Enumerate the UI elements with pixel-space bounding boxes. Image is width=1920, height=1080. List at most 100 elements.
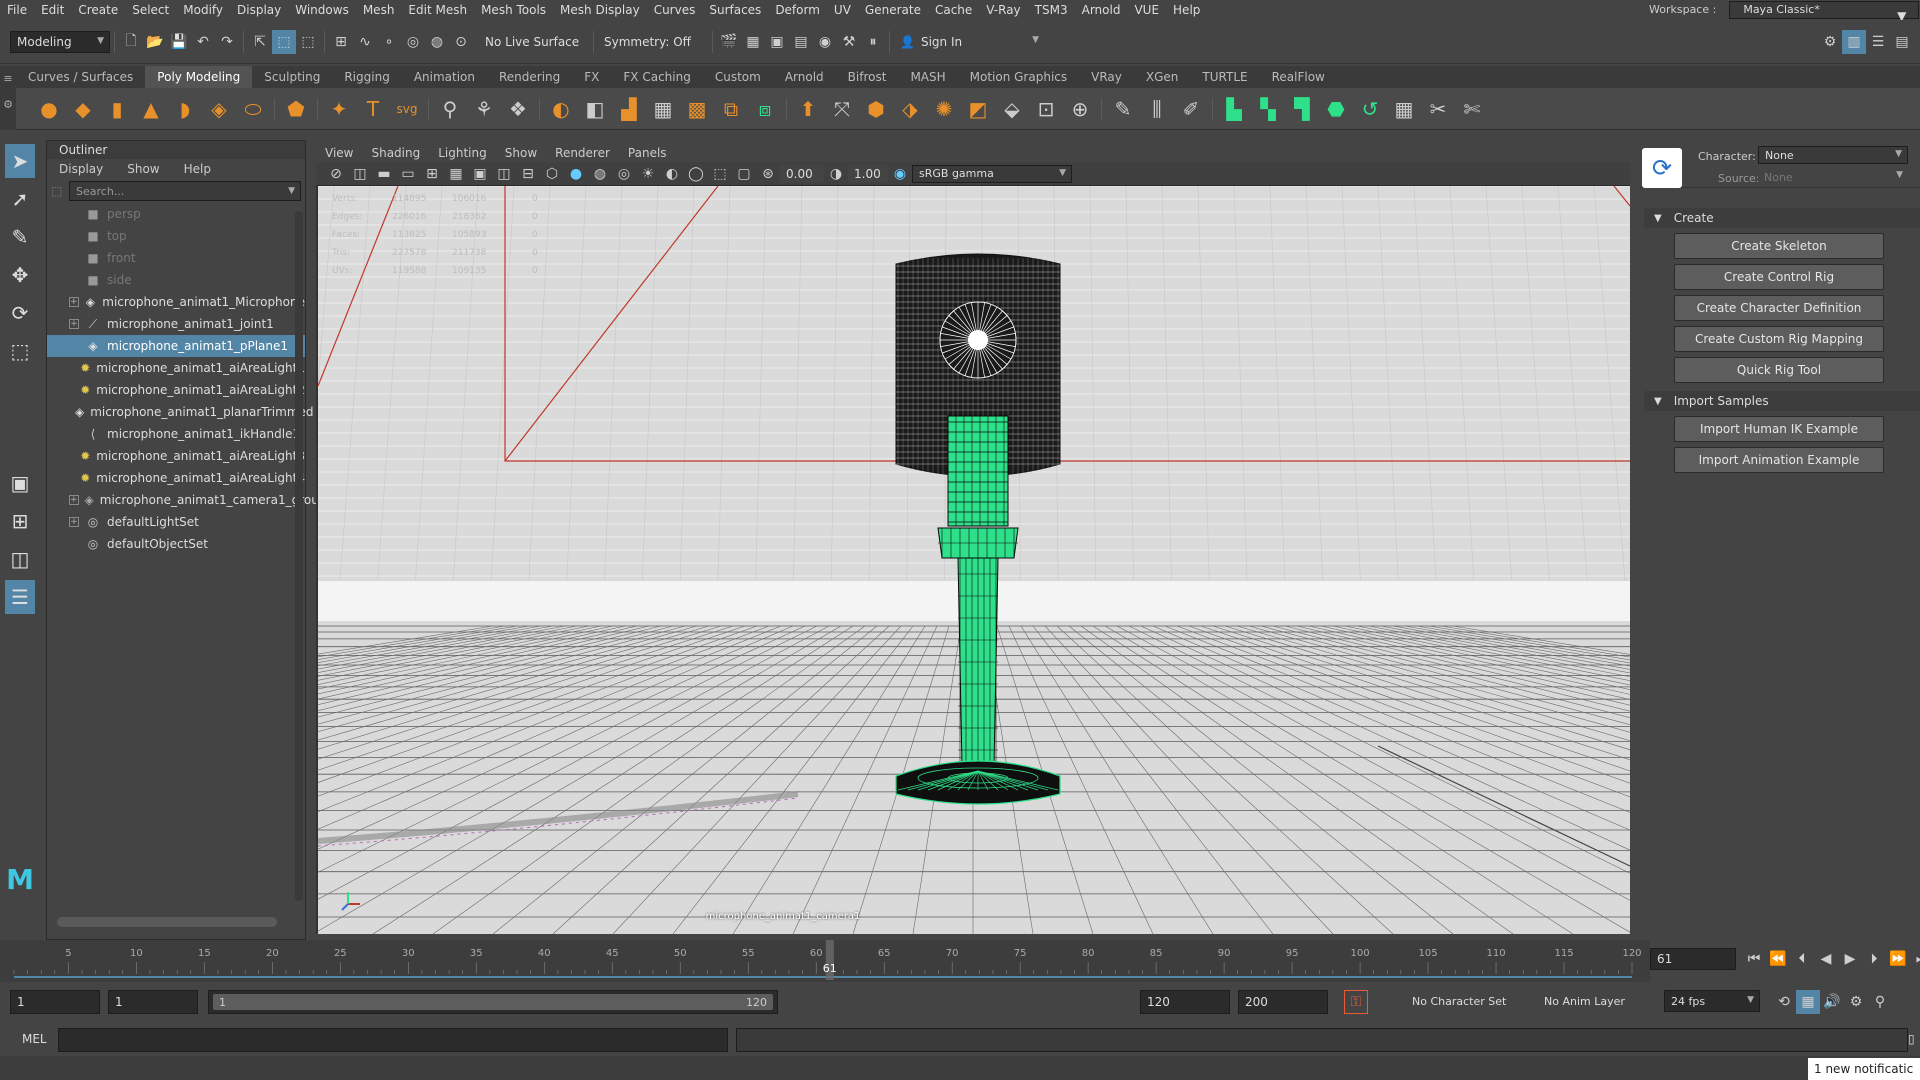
step-back-key-icon[interactable]: ⏪ — [1766, 947, 1790, 971]
play-forwards-icon[interactable]: ▶ — [1838, 947, 1862, 971]
isolate-icon[interactable]: ⬚ — [708, 162, 732, 186]
import-animation-example-button[interactable]: Import Animation Example — [1674, 447, 1884, 473]
menu-generate[interactable]: Generate — [858, 0, 928, 20]
mel-label[interactable]: MEL — [22, 1032, 47, 1046]
gamma-icon[interactable]: ◑ — [824, 162, 848, 186]
rotate-tool-icon[interactable]: ⟳ — [5, 296, 35, 330]
shelf-tab-mash[interactable]: MASH — [898, 66, 957, 88]
shelf-tab-fx-caching[interactable]: FX Caching — [611, 66, 702, 88]
range-bar[interactable]: 1 120 — [208, 990, 778, 1014]
expand-icon[interactable]: + — [69, 319, 79, 329]
redo-icon[interactable]: ↷ — [215, 30, 239, 54]
menu-mesh-display[interactable]: Mesh Display — [553, 0, 647, 20]
snap-surface-icon[interactable]: ◍ — [425, 30, 449, 54]
menu-vue[interactable]: VUE — [1127, 0, 1166, 20]
cylindrical-map-icon[interactable]: ▜ — [1287, 92, 1317, 126]
shadows-icon[interactable]: ◐ — [660, 162, 684, 186]
current-frame-field[interactable]: 61 — [1650, 948, 1736, 970]
tool-settings-icon[interactable]: ☰ — [1866, 30, 1890, 54]
create-character-definition-button[interactable]: Create Character Definition — [1674, 295, 1884, 321]
filter-icon[interactable]: ⬚ — [51, 184, 69, 198]
ghost-icon[interactable]: ⚲ — [1868, 990, 1892, 1014]
textured-icon[interactable]: ◎ — [612, 162, 636, 186]
menu-edit[interactable]: Edit — [34, 0, 71, 20]
create-skeleton-button[interactable]: Create Skeleton — [1674, 233, 1884, 259]
multicut-icon[interactable]: ⊡ — [1031, 92, 1061, 126]
snap-view-icon[interactable]: ◎ — [401, 30, 425, 54]
single-view-icon[interactable]: ▣ — [5, 466, 35, 500]
time-slider[interactable]: 5 10 15 20 25 30 35 40 45 50 55 60 65 70 75 80 85 90 95 100… — [0, 940, 1920, 982]
sign-in-dropdown[interactable]: 👤 Sign In ▼ — [894, 30, 1044, 53]
bookmark-icon[interactable]: ▬ — [372, 162, 396, 186]
select-component-icon[interactable]: ⬚ — [296, 30, 320, 54]
shelf-tab-xgen[interactable]: XGen — [1134, 66, 1191, 88]
playback-end-field[interactable]: 120 — [1140, 990, 1230, 1014]
step-forward-frame-icon[interactable]: ⏵ — [1862, 947, 1886, 971]
color-space-dropdown[interactable]: sRGB gamma ▼ — [912, 164, 1072, 183]
shelf-tab-arnold[interactable]: Arnold — [773, 66, 836, 88]
viewport-menu-renderer[interactable]: Renderer — [546, 144, 619, 162]
modeling-toolkit-icon[interactable]: ⚙ — [1818, 30, 1842, 54]
platonic-solid-icon[interactable]: ⬟ — [281, 92, 311, 126]
type-tool-icon[interactable]: T — [358, 92, 388, 126]
outliner-item[interactable]: ✹ microphone_animat1_aiAreaLight1 — [47, 357, 305, 379]
import-human-ik-example-button[interactable]: Import Human IK Example — [1674, 416, 1884, 442]
planar-map-icon[interactable]: ▚ — [1253, 92, 1283, 126]
outliner-item[interactable]: ■ side — [47, 269, 305, 291]
snap-curve-icon[interactable]: ∿ — [353, 30, 377, 54]
menu-file[interactable]: File — [0, 0, 34, 20]
cut-uv-icon[interactable]: ✄ — [1457, 92, 1487, 126]
outliner-item[interactable]: ✹ microphone_animat1_aiAreaLight3 — [47, 445, 305, 467]
expand-icon[interactable]: + — [69, 517, 79, 527]
extrude-icon[interactable]: ⬆ — [793, 92, 823, 126]
shelf-tab-rigging[interactable]: Rigging — [332, 66, 401, 88]
outliner-menu-display[interactable]: Display — [47, 159, 115, 179]
outliner-item[interactable]: ⟨ microphone_animat1_ikHandle1 — [47, 423, 305, 445]
fill-hole-icon[interactable]: ⬢ — [861, 92, 891, 126]
symmetry-dropdown[interactable]: Symmetry: Off — [598, 30, 708, 53]
render-frame-icon[interactable]: 🎬 — [717, 30, 741, 54]
render-sequence-icon[interactable]: ▦ — [741, 30, 765, 54]
create-custom-rig-mapping-button[interactable]: Create Custom Rig Mapping — [1674, 326, 1884, 352]
shelf-tab-motion-graphics[interactable]: Motion Graphics — [958, 66, 1080, 88]
paint-select-icon[interactable]: ✎ — [5, 220, 35, 254]
menu-create[interactable]: Create — [71, 0, 125, 20]
outliner-item[interactable]: ◈ microphone_animat1_pPlane1 — [47, 335, 305, 357]
camera-attr-icon[interactable]: ◫ — [348, 162, 372, 186]
cache-playback-icon[interactable]: ▦ — [1796, 990, 1820, 1014]
viewport-menu-show[interactable]: Show — [496, 144, 546, 162]
menu-windows[interactable]: Windows — [288, 0, 356, 20]
step-forward-key-icon[interactable]: ⏩ — [1886, 947, 1910, 971]
live-surface-field[interactable]: No Live Surface — [479, 30, 589, 53]
outliner-persp-icon[interactable]: ☰ — [5, 580, 35, 614]
menu-mesh-tools[interactable]: Mesh Tools — [474, 0, 553, 20]
camera-select-icon[interactable]: ⊘ — [324, 162, 348, 186]
exposure-field[interactable]: 0.00 — [780, 164, 824, 183]
save-scene-icon[interactable]: 💾 — [167, 30, 191, 54]
snap-grid-icon[interactable]: ⊞ — [329, 30, 353, 54]
viewport-canvas[interactable]: Verts: 114895 106016 0 Edges: 226016 218362 0 Fa… — [318, 186, 1630, 934]
resolution-gate-icon[interactable]: ▣ — [468, 162, 492, 186]
menu-surfaces[interactable]: Surfaces — [702, 0, 768, 20]
poly-cone-icon[interactable]: ▲ — [136, 92, 166, 126]
outliner-item[interactable]: + ◎ defaultLightSet — [47, 511, 305, 533]
merge-icon[interactable]: ⬗ — [895, 92, 925, 126]
uv-editor-icon[interactable]: ▙ — [1219, 92, 1249, 126]
append-icon[interactable]: ⤧ — [827, 92, 857, 126]
bevel-icon[interactable]: ⧈ — [750, 92, 780, 126]
offset-loop-icon[interactable]: ✐ — [1176, 92, 1206, 126]
shelf-tab-animation[interactable]: Animation — [402, 66, 487, 88]
svg-tool-icon[interactable]: svg — [392, 92, 422, 126]
outliner-menu-show[interactable]: Show — [115, 159, 171, 179]
outliner-item[interactable]: ✹ microphone_animat1_aiAreaLight2 — [47, 379, 305, 401]
mirror-icon[interactable]: ◧ — [580, 92, 610, 126]
animation-start-field[interactable]: 1 — [10, 990, 100, 1014]
render-view-icon[interactable]: ▣ — [765, 30, 789, 54]
shelf-gear-icon[interactable]: ≡ ⚙ — [0, 66, 16, 130]
boolean-icon[interactable]: ◐ — [546, 92, 576, 126]
gate-mask-icon[interactable]: ◫ — [492, 162, 516, 186]
select-object-icon[interactable]: ⬚ — [272, 29, 296, 54]
undo-icon[interactable]: ↶ — [191, 30, 215, 54]
play-backwards-icon[interactable]: ◀ — [1814, 947, 1838, 971]
poke-icon[interactable]: ◩ — [963, 92, 993, 126]
